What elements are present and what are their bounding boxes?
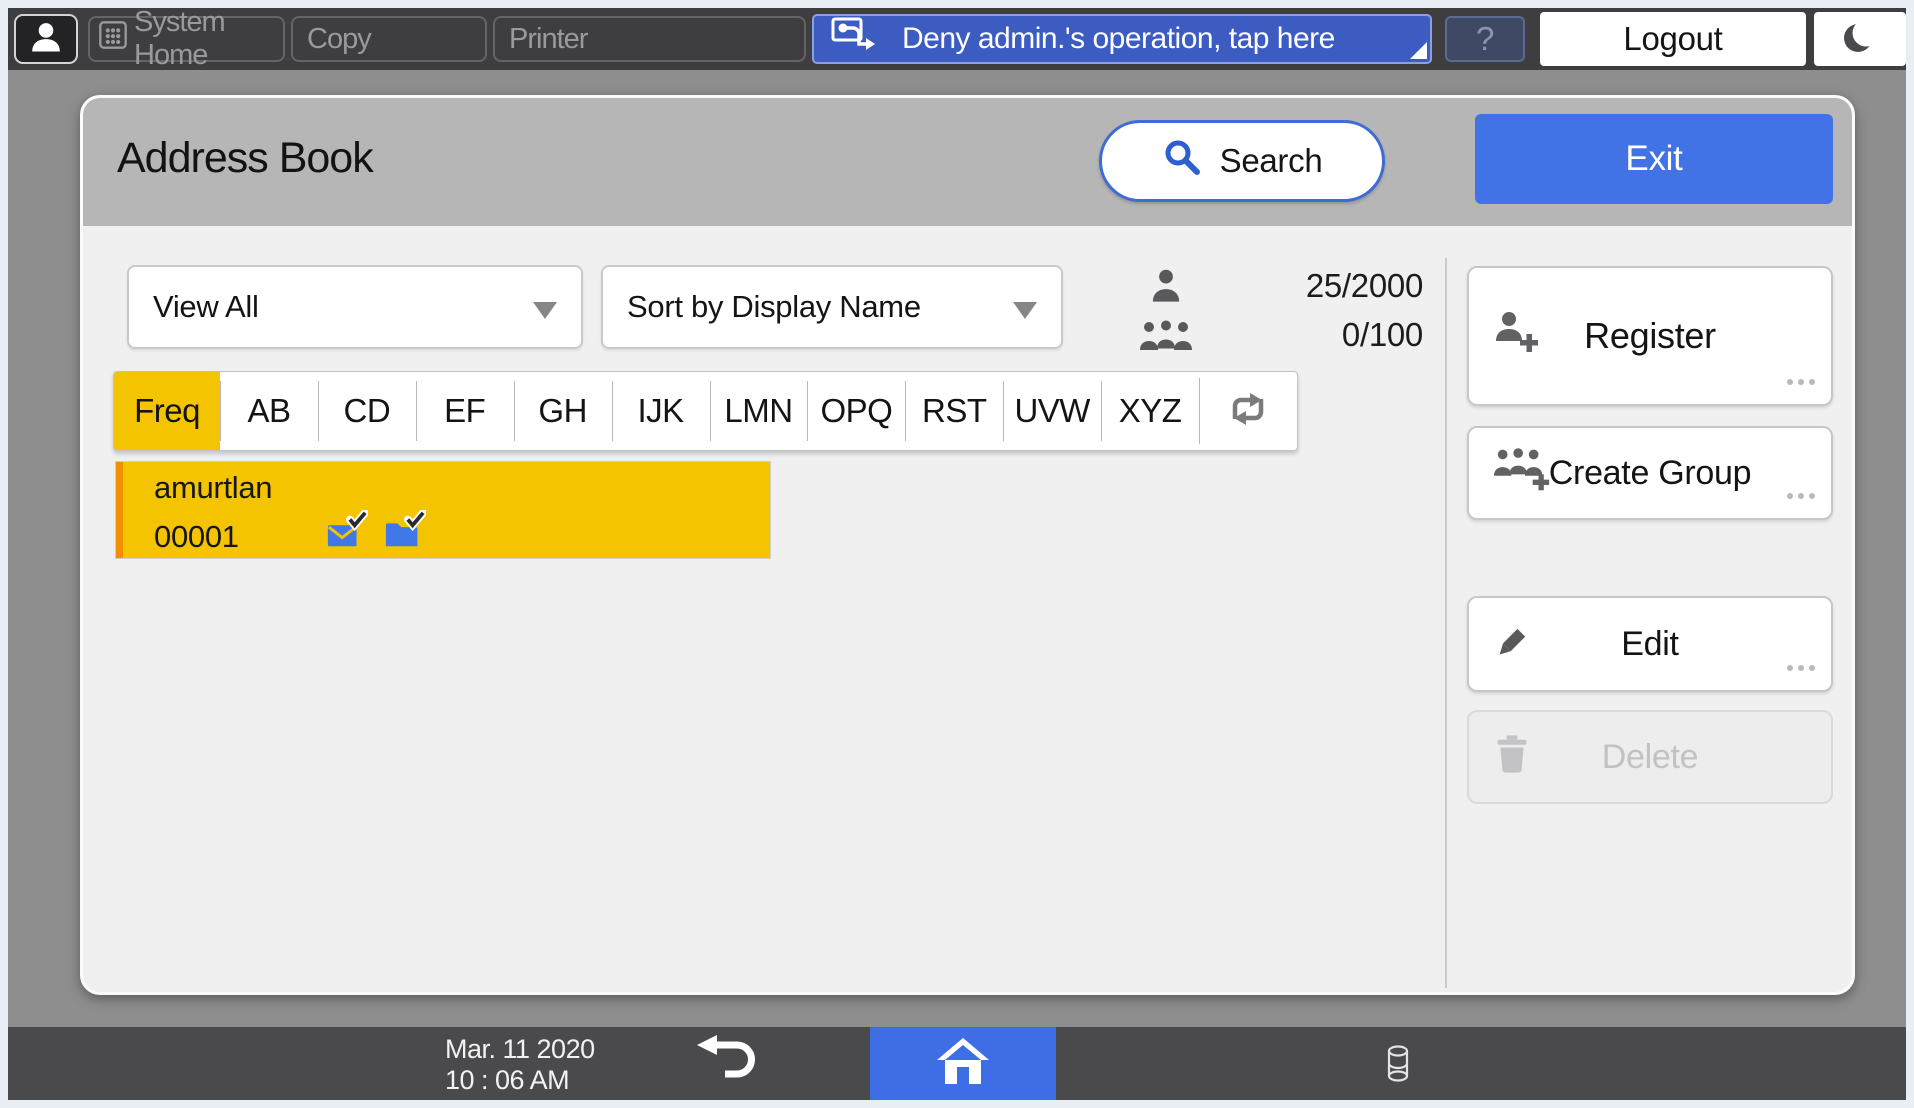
- alphabet-tab-uvw[interactable]: UVW: [1003, 372, 1101, 450]
- help-label: ?: [1476, 20, 1494, 58]
- logout-button[interactable]: Logout: [1540, 12, 1806, 66]
- contact-card[interactable]: amurtlan 00001: [115, 461, 771, 559]
- tab-system-home-label: System Home: [134, 6, 283, 72]
- register-button[interactable]: Register: [1467, 266, 1833, 406]
- home-button[interactable]: [870, 1027, 1056, 1100]
- alphabet-tab-ijk[interactable]: IJK: [612, 372, 710, 450]
- banner-label: Deny admin.'s operation, tap here: [902, 22, 1335, 56]
- folder-check-icon: [384, 510, 426, 555]
- alphabet-tab-xyz[interactable]: XYZ: [1101, 372, 1199, 450]
- page-title: Address Book: [117, 134, 373, 183]
- logout-label: Logout: [1623, 20, 1722, 58]
- user-account-button[interactable]: [14, 14, 78, 64]
- app-grid-icon: [98, 20, 128, 58]
- bottom-bar: Mar. 11 2020 10 : 06 AM: [8, 1027, 1906, 1100]
- back-arrow-icon: [693, 1034, 769, 1093]
- sort-value: Sort by Display Name: [627, 289, 921, 325]
- edit-label: Edit: [1621, 625, 1678, 664]
- alphabet-tabs: FreqABCDEFGHIJKLMNOPQRSTUVWXYZ: [114, 372, 1199, 450]
- person-icon: [1131, 269, 1201, 303]
- home-icon: [935, 1036, 991, 1091]
- banner-corner-triangle: [1410, 42, 1427, 59]
- vertical-divider: [1445, 258, 1447, 988]
- group-icon: [1131, 319, 1201, 351]
- view-filter-dropdown[interactable]: View All: [127, 265, 583, 349]
- magnifier-icon: [1162, 137, 1202, 185]
- date-time: Mar. 11 2020 10 : 06 AM: [445, 1034, 595, 1096]
- email-check-icon: [326, 510, 368, 555]
- edit-button[interactable]: Edit: [1467, 596, 1833, 692]
- exit-button[interactable]: Exit: [1475, 114, 1833, 204]
- alphabet-tab-ef[interactable]: EF: [416, 372, 514, 450]
- pencil-icon: [1493, 620, 1533, 669]
- tab-system-home[interactable]: System Home: [88, 16, 285, 62]
- group-add-icon: [1493, 447, 1553, 500]
- chevron-down-icon: [533, 302, 557, 319]
- alphabet-tab-gh[interactable]: GH: [514, 372, 612, 450]
- alphabet-tab-rst[interactable]: RST: [905, 372, 1003, 450]
- contact-name: amurtlan: [154, 470, 770, 506]
- sort-dropdown[interactable]: Sort by Display Name: [601, 265, 1063, 349]
- alphabet-tab-ab[interactable]: AB: [220, 372, 318, 450]
- exit-label: Exit: [1625, 139, 1682, 179]
- group-count: 0/100: [1201, 316, 1423, 354]
- energy-saver-button[interactable]: [1814, 12, 1906, 66]
- remote-operation-icon: [830, 15, 878, 63]
- create-group-button[interactable]: Create Group: [1467, 426, 1833, 520]
- person-add-icon: [1493, 310, 1541, 363]
- register-label: Register: [1584, 315, 1716, 357]
- moon-icon: [1839, 16, 1881, 63]
- back-button[interactable]: [676, 1031, 786, 1096]
- tab-copy[interactable]: Copy: [291, 16, 487, 62]
- tab-copy-label: Copy: [307, 23, 371, 56]
- alphabet-tab-row: FreqABCDEFGHIJKLMNOPQRSTUVWXYZ: [113, 371, 1298, 451]
- tab-printer[interactable]: Printer: [493, 16, 806, 62]
- help-button[interactable]: ?: [1445, 16, 1525, 62]
- create-group-label: Create Group: [1549, 454, 1751, 493]
- alphabet-tab-lmn[interactable]: LMN: [710, 372, 808, 450]
- delete-label: Delete: [1602, 738, 1698, 777]
- delete-button[interactable]: Delete: [1467, 710, 1833, 804]
- search-button[interactable]: Search: [1099, 120, 1385, 202]
- deny-admin-operation-banner[interactable]: Deny admin.'s operation, tap here: [812, 14, 1432, 64]
- chevron-down-icon: [1013, 302, 1037, 319]
- top-bar: System Home Copy Printer Deny admin.'s o…: [8, 8, 1906, 70]
- more-options-dots: [1782, 352, 1815, 394]
- capacity-counters: 25/2000 0/100: [1131, 261, 1423, 359]
- screen: System Home Copy Printer Deny admin.'s o…: [8, 8, 1906, 1100]
- alphabet-tab-cd[interactable]: CD: [318, 372, 416, 450]
- date-label: Mar. 11 2020: [445, 1034, 595, 1065]
- entry-count-row: 25/2000: [1131, 261, 1423, 310]
- alphabet-tab-freq[interactable]: Freq: [114, 372, 220, 450]
- more-options-dots: [1782, 641, 1815, 680]
- group-count-row: 0/100: [1131, 310, 1423, 359]
- device-frame: System Home Copy Printer Deny admin.'s o…: [0, 0, 1914, 1108]
- tab-printer-label: Printer: [509, 23, 587, 56]
- switch-list-icon: [1226, 390, 1270, 433]
- search-label: Search: [1220, 142, 1323, 180]
- person-icon: [28, 21, 64, 58]
- trash-icon: [1493, 732, 1531, 783]
- contact-detail-row: 00001: [154, 510, 770, 555]
- more-options-dots: [1782, 469, 1815, 508]
- address-book-dialog: Address Book Search Exit View All Sort b…: [80, 95, 1855, 995]
- tab-toggle-button[interactable]: [1199, 372, 1297, 450]
- time-label: 10 : 06 AM: [445, 1065, 595, 1096]
- entry-count: 25/2000: [1201, 267, 1423, 305]
- view-filter-value: View All: [153, 289, 259, 325]
- storage-cylinder-icon: [1386, 1045, 1410, 1088]
- contact-id: 00001: [154, 519, 326, 555]
- alphabet-tab-opq[interactable]: OPQ: [807, 372, 905, 450]
